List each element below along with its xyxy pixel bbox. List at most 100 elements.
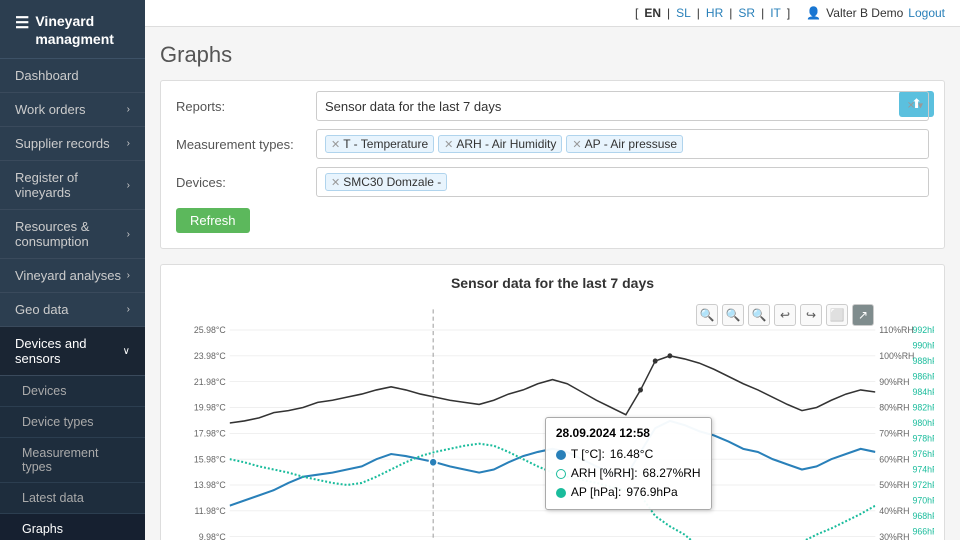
chart-svg: 25.98°C 23.98°C 21.98°C 19.98°C 17.98°C … [171, 299, 934, 540]
user-info: 👤 Valter B Demo Logout [806, 6, 945, 20]
sidebar: ☰ Vineyard managment Dashboard Work orde… [0, 0, 145, 540]
hamburger-icon[interactable]: ☰ [15, 14, 29, 35]
sidebar-header: ☰ Vineyard managment [0, 0, 145, 59]
svg-text:986hPa: 986hPa [912, 371, 934, 381]
topbar: [ EN | SL | HR | SR | IT ] 👤 Valter B De… [145, 0, 960, 27]
lang-it[interactable]: IT [770, 6, 781, 20]
zoom-reset-icon[interactable]: 🔍 [748, 304, 770, 326]
svg-text:980hPa: 980hPa [912, 418, 934, 428]
select-icon[interactable]: ⬜ [826, 304, 848, 326]
sidebar-item-vineyard-analyses[interactable]: Vineyard analyses › [0, 259, 145, 293]
svg-text:968hPa: 968hPa [912, 511, 934, 521]
svg-text:988hPa: 988hPa [912, 356, 934, 366]
svg-text:978hPa: 978hPa [912, 433, 934, 443]
measurement-types-label: Measurement types: [176, 137, 316, 152]
reports-row: Reports: Sensor data for the last 7 days… [176, 91, 929, 121]
sidebar-subitem-devices[interactable]: Devices [0, 376, 145, 407]
logout-link[interactable]: Logout [908, 6, 945, 20]
svg-text:966hPa: 966hPa [912, 526, 934, 536]
svg-text:972hPa: 972hPa [912, 480, 934, 490]
chart-panel: Sensor data for the last 7 days 🔍 🔍 🔍 ↩ … [160, 264, 945, 540]
svg-text:21.98°C: 21.98°C [194, 377, 226, 387]
tag-remove-arh[interactable]: ✕ [444, 138, 453, 151]
chevron-right-icon: › [127, 104, 130, 115]
chevron-down-icon: ∨ [123, 346, 130, 357]
tag-ap[interactable]: ✕ AP - Air pressuse [566, 135, 683, 153]
svg-text:40%RH: 40%RH [879, 506, 909, 516]
tag-remove-smc30[interactable]: ✕ [331, 176, 340, 189]
sidebar-item-dashboard[interactable]: Dashboard [0, 59, 145, 93]
reports-label: Reports: [176, 99, 316, 114]
svg-text:13.98°C: 13.98°C [194, 480, 226, 490]
chart-container: 🔍 🔍 🔍 ↩ ↪ ⬜ ↗ [171, 299, 934, 540]
svg-text:17.98°C: 17.98°C [194, 428, 226, 438]
svg-text:9.98°C: 9.98°C [199, 532, 226, 540]
lang-en[interactable]: EN [644, 6, 661, 20]
sidebar-subitem-graphs[interactable]: Graphs [0, 514, 145, 540]
sidebar-subitem-device-types[interactable]: Device types [0, 407, 145, 438]
svg-text:990hPa: 990hPa [912, 340, 934, 350]
fullscreen-icon[interactable]: ↗ [852, 304, 874, 326]
devices-select[interactable]: ✕ SMC30 Domzale - [316, 167, 929, 197]
svg-text:50%RH: 50%RH [879, 480, 909, 490]
svg-text:23.98°C: 23.98°C [194, 351, 226, 361]
svg-text:11.98°C: 11.98°C [195, 506, 227, 516]
devices-label: Devices: [176, 175, 316, 190]
reports-form-panel: ⬆ Reports: Sensor data for the last 7 da… [160, 80, 945, 249]
svg-text:90%RH: 90%RH [879, 377, 909, 387]
lang-sl[interactable]: SL [676, 6, 691, 20]
lang-bracket-close: ] [787, 6, 790, 20]
measurement-types-row: Measurement types: ✕ T - Temperature ✕ A… [176, 129, 929, 159]
sidebar-subitem-latest-data[interactable]: Latest data [0, 483, 145, 514]
sidebar-item-work-orders[interactable]: Work orders › [0, 93, 145, 127]
select-clear-icon[interactable]: ✕ ▾ [907, 101, 923, 112]
tag-smc30[interactable]: ✕ SMC30 Domzale - [325, 173, 447, 191]
lang-bracket-open: [ [635, 6, 638, 20]
sidebar-item-devices-sensors[interactable]: Devices and sensors ∨ [0, 327, 145, 376]
chevron-right-icon: › [127, 304, 130, 315]
sidebar-item-geo-data[interactable]: Geo data › [0, 293, 145, 327]
zoom-out-icon[interactable]: 🔍 [722, 304, 744, 326]
tag-temperature[interactable]: ✕ T - Temperature [325, 135, 434, 153]
sidebar-submenu-devices-sensors: Devices Device types Measurement types L… [0, 376, 145, 540]
user-icon: 👤 [806, 6, 821, 20]
chevron-right-icon: › [127, 180, 130, 191]
page-title: Graphs [160, 42, 945, 68]
sidebar-item-resources-consumption[interactable]: Resources & consumption › [0, 210, 145, 259]
sidebar-item-supplier-records[interactable]: Supplier records › [0, 127, 145, 161]
svg-text:70%RH: 70%RH [879, 428, 909, 438]
svg-text:982hPa: 982hPa [912, 402, 934, 412]
measurement-types-select[interactable]: ✕ T - Temperature ✕ ARH - Air Humidity ✕… [316, 129, 929, 159]
svg-text:974hPa: 974hPa [912, 464, 934, 474]
app-title: Vineyard managment [35, 12, 114, 48]
sidebar-item-register-vineyards[interactable]: Register of vineyards › [0, 161, 145, 210]
pan-left-icon[interactable]: ↩ [774, 304, 796, 326]
refresh-button[interactable]: Refresh [176, 208, 250, 233]
chart-title: Sensor data for the last 7 days [171, 275, 934, 291]
chevron-right-icon: › [127, 229, 130, 240]
svg-text:30%RH: 30%RH [879, 532, 909, 540]
main-area: [ EN | SL | HR | SR | IT ] 👤 Valter B De… [145, 0, 960, 540]
tag-remove-temperature[interactable]: ✕ [331, 138, 340, 151]
pan-right-icon[interactable]: ↪ [800, 304, 822, 326]
svg-text:80%RH: 80%RH [879, 402, 909, 412]
svg-text:19.98°C: 19.98°C [194, 402, 226, 412]
lang-sr[interactable]: SR [738, 6, 755, 20]
lang-hr[interactable]: HR [706, 6, 723, 20]
svg-text:984hPa: 984hPa [912, 387, 934, 397]
reports-value: Sensor data for the last 7 days [325, 99, 501, 114]
reports-select[interactable]: Sensor data for the last 7 days ✕ ▾ [316, 91, 929, 121]
chevron-right-icon: › [127, 270, 130, 281]
username: Valter B Demo [826, 6, 903, 20]
svg-text:25.98°C: 25.98°C [194, 325, 226, 335]
svg-text:992hPa: 992hPa [912, 325, 934, 335]
zoom-in-icon[interactable]: 🔍 [696, 304, 718, 326]
tag-arh[interactable]: ✕ ARH - Air Humidity [438, 135, 562, 153]
tag-remove-ap[interactable]: ✕ [572, 138, 581, 151]
svg-text:60%RH: 60%RH [879, 454, 909, 464]
chart-toolbar: 🔍 🔍 🔍 ↩ ↪ ⬜ ↗ [696, 304, 874, 326]
svg-text:970hPa: 970hPa [912, 495, 934, 505]
svg-text:15.98°C: 15.98°C [194, 454, 226, 464]
sidebar-subitem-measurement-types[interactable]: Measurement types [0, 438, 145, 483]
devices-row: Devices: ✕ SMC30 Domzale - [176, 167, 929, 197]
